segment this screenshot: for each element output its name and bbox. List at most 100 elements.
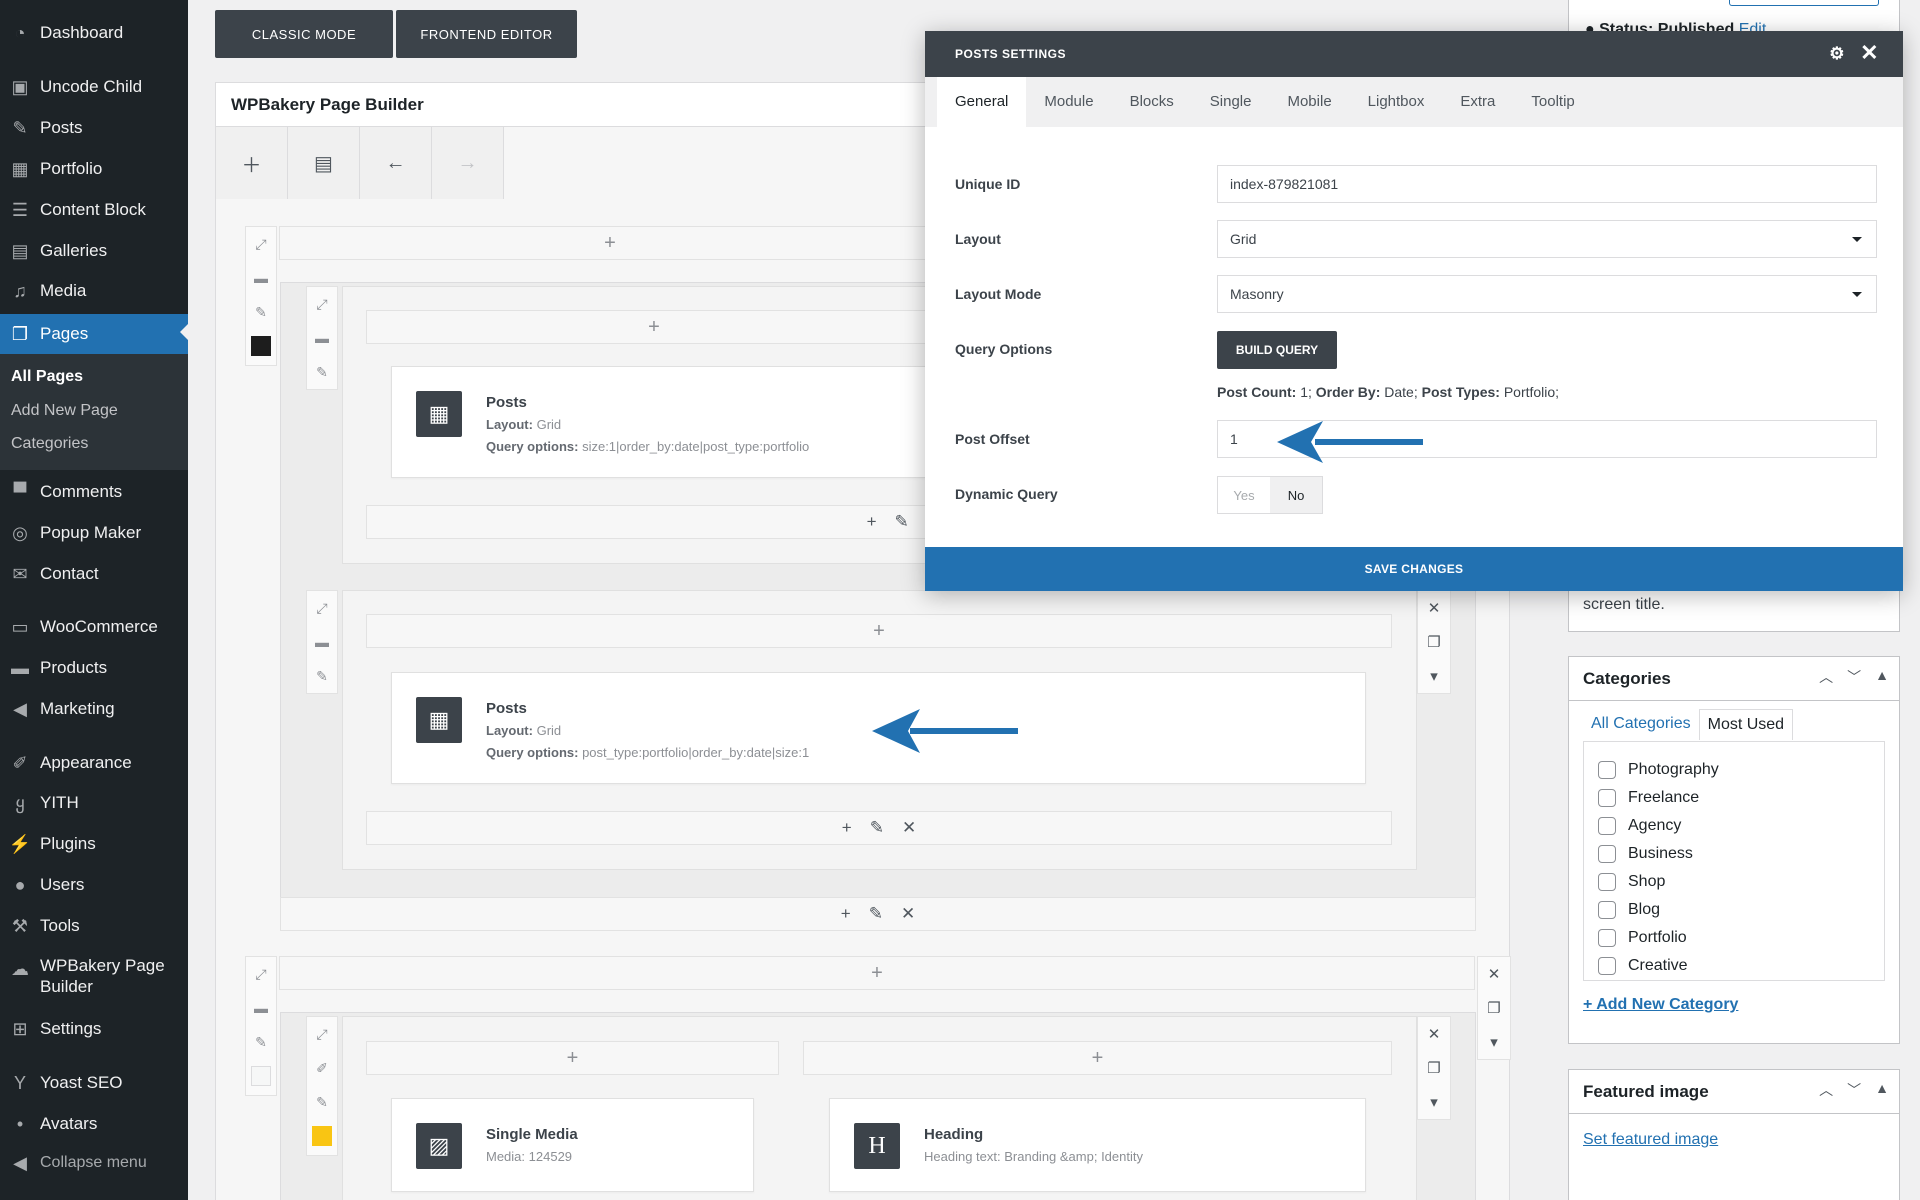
category-item[interactable]: Photography [1584,756,1884,784]
tab-lightbox[interactable]: Lightbox [1350,77,1443,127]
menu-yith[interactable]: ყ YITH [0,785,188,821]
tab-general[interactable]: General [937,77,1027,127]
checkbox[interactable] [1598,901,1616,919]
close-icon[interactable]: ✕ [1860,40,1879,66]
collapse-menu[interactable]: ◀ Collapse menu [0,1145,188,1181]
posts-element-a[interactable]: ▦ Posts Layout: Grid Query options: size… [391,366,951,478]
chevron-down-icon[interactable]: ﹀ [1847,1080,1861,1100]
frontend-editor-button[interactable]: FRONTEND EDITOR [396,10,577,58]
menu-appearance[interactable]: ✐ Appearance [0,745,188,781]
menu-portfolio[interactable]: ▦ Portfolio [0,151,188,187]
menu-dashboard[interactable]: ◔ Dashboard [0,15,188,51]
clone-icon[interactable]: ❐ [1478,991,1510,1025]
tab-most-used[interactable]: Most Used [1698,709,1794,740]
menu-woocommerce[interactable]: ▭ WooCommerce [0,609,188,645]
gear-icon[interactable]: ⚙ [1829,44,1845,64]
chevron-down-icon[interactable]: ▾ [1478,1025,1510,1059]
clone-icon[interactable]: ❐ [1418,1051,1450,1085]
layout-mode-select[interactable]: Masonry [1217,275,1877,313]
expand-icon[interactable]: ⤢ [307,591,337,625]
menu-uncode-child[interactable]: ▣ Uncode Child [0,69,188,105]
category-item[interactable]: Freelance [1584,784,1884,812]
pencil-icon[interactable]: ✎ [307,1085,337,1119]
menu-pages[interactable]: ❐ Pages [0,314,188,354]
menu-contact[interactable]: ✉ Contact [0,556,188,592]
pencil-icon[interactable]: ✎ [895,512,909,532]
add-new-category-link[interactable]: + Add New Category [1583,996,1738,1014]
checkbox[interactable] [1598,817,1616,835]
publish-button[interactable] [1729,0,1879,6]
menu-products[interactable]: ▬ Products [0,650,188,686]
checkbox[interactable] [1598,957,1616,975]
chevron-down-icon[interactable]: ▾ [1418,1085,1450,1119]
menu-plugins[interactable]: ⚡ Plugins [0,826,188,862]
checkbox[interactable] [1598,873,1616,891]
chevron-down-icon[interactable]: ﹀ [1847,667,1861,687]
dynamic-query-yes[interactable]: Yes [1218,477,1270,513]
checkbox[interactable] [1598,845,1616,863]
toggle-panel-icon[interactable]: ▲ [1875,1080,1889,1100]
category-item[interactable]: Agency [1584,812,1884,840]
category-item[interactable]: Creative [1584,952,1884,980]
set-featured-image-link[interactable]: Set featured image [1583,1131,1718,1149]
close-icon[interactable]: ✕ [1418,1017,1450,1051]
layout-select[interactable]: Grid [1217,220,1877,258]
dynamic-query-no[interactable]: No [1270,477,1322,513]
row-layout-icon[interactable]: ▬ [307,625,337,659]
chevron-up-icon[interactable]: ︿ [1819,667,1833,687]
undo-icon[interactable]: ← [360,127,432,199]
tab-all-categories[interactable]: All Categories [1583,709,1699,740]
menu-media[interactable]: ♫ Media [0,273,188,309]
expand-icon[interactable]: ⤢ [246,957,276,991]
category-item[interactable]: Shop [1584,868,1884,896]
pencil-icon[interactable]: ✎ [246,1025,276,1059]
menu-yoast-seo[interactable]: Y Yoast SEO [0,1065,188,1101]
add-row-bar[interactable]: + [279,226,941,260]
tab-extra[interactable]: Extra [1442,77,1513,127]
menu-content-block[interactable]: ☰ Content Block [0,192,188,228]
menu-avatars[interactable]: • Avatars [0,1106,188,1142]
expand-icon[interactable]: ⤢ [307,1017,337,1051]
tab-module[interactable]: Module [1026,77,1111,127]
tab-single[interactable]: Single [1192,77,1270,127]
pencil-icon[interactable]: ✎ [870,818,884,838]
submenu-categories[interactable]: Categories [11,435,88,453]
menu-tools[interactable]: ⚒ Tools [0,908,188,944]
menu-comments[interactable]: ▀ Comments [0,474,188,510]
pencil-icon[interactable]: ✎ [307,659,337,693]
add-icon[interactable]: + [841,904,851,924]
add-row-bar[interactable]: + [279,956,1475,990]
close-icon[interactable]: ✕ [1478,957,1510,991]
toggle-panel-icon[interactable]: ▲ [1875,667,1889,687]
tab-tooltip[interactable]: Tooltip [1513,77,1592,127]
add-element-bar[interactable]: + [803,1041,1392,1075]
close-icon[interactable]: ✕ [901,904,915,924]
expand-icon[interactable]: ⤢ [246,227,276,261]
add-icon[interactable]: + [867,512,877,532]
checkbox[interactable] [1598,929,1616,947]
checkbox[interactable] [1598,761,1616,779]
clone-icon[interactable]: ❐ [1418,625,1450,659]
submenu-all-pages[interactable]: All Pages [11,368,83,386]
menu-popup-maker[interactable]: ◎ Popup Maker [0,515,188,551]
menu-posts[interactable]: ✎ Posts [0,110,188,146]
save-changes-button[interactable]: SAVE CHANGES [925,547,1903,591]
add-element-bar[interactable]: + [366,310,942,344]
category-item[interactable]: Portfolio [1584,924,1884,952]
chevron-down-icon[interactable]: ▾ [1418,659,1450,693]
tab-blocks[interactable]: Blocks [1112,77,1192,127]
pencil-icon[interactable]: ✎ [246,295,276,329]
category-item[interactable]: Business [1584,840,1884,868]
add-element-bar[interactable]: + [366,614,1392,648]
single-media-element[interactable]: ▨ Single Media Media: 124529 [391,1098,754,1192]
add-icon[interactable]: + [842,818,852,838]
build-query-button[interactable]: BUILD QUERY [1217,331,1337,369]
submenu-add-new-page[interactable]: Add New Page [11,402,118,420]
redo-icon[interactable]: → [432,127,504,199]
tab-mobile[interactable]: Mobile [1269,77,1349,127]
pencil-icon[interactable]: ✎ [869,904,883,924]
menu-settings[interactable]: ⊞ Settings [0,1011,188,1047]
row-layout-icon[interactable]: ▬ [307,321,337,355]
add-element-icon[interactable]: ＋ [216,127,288,199]
menu-marketing[interactable]: ◀ Marketing [0,691,188,727]
